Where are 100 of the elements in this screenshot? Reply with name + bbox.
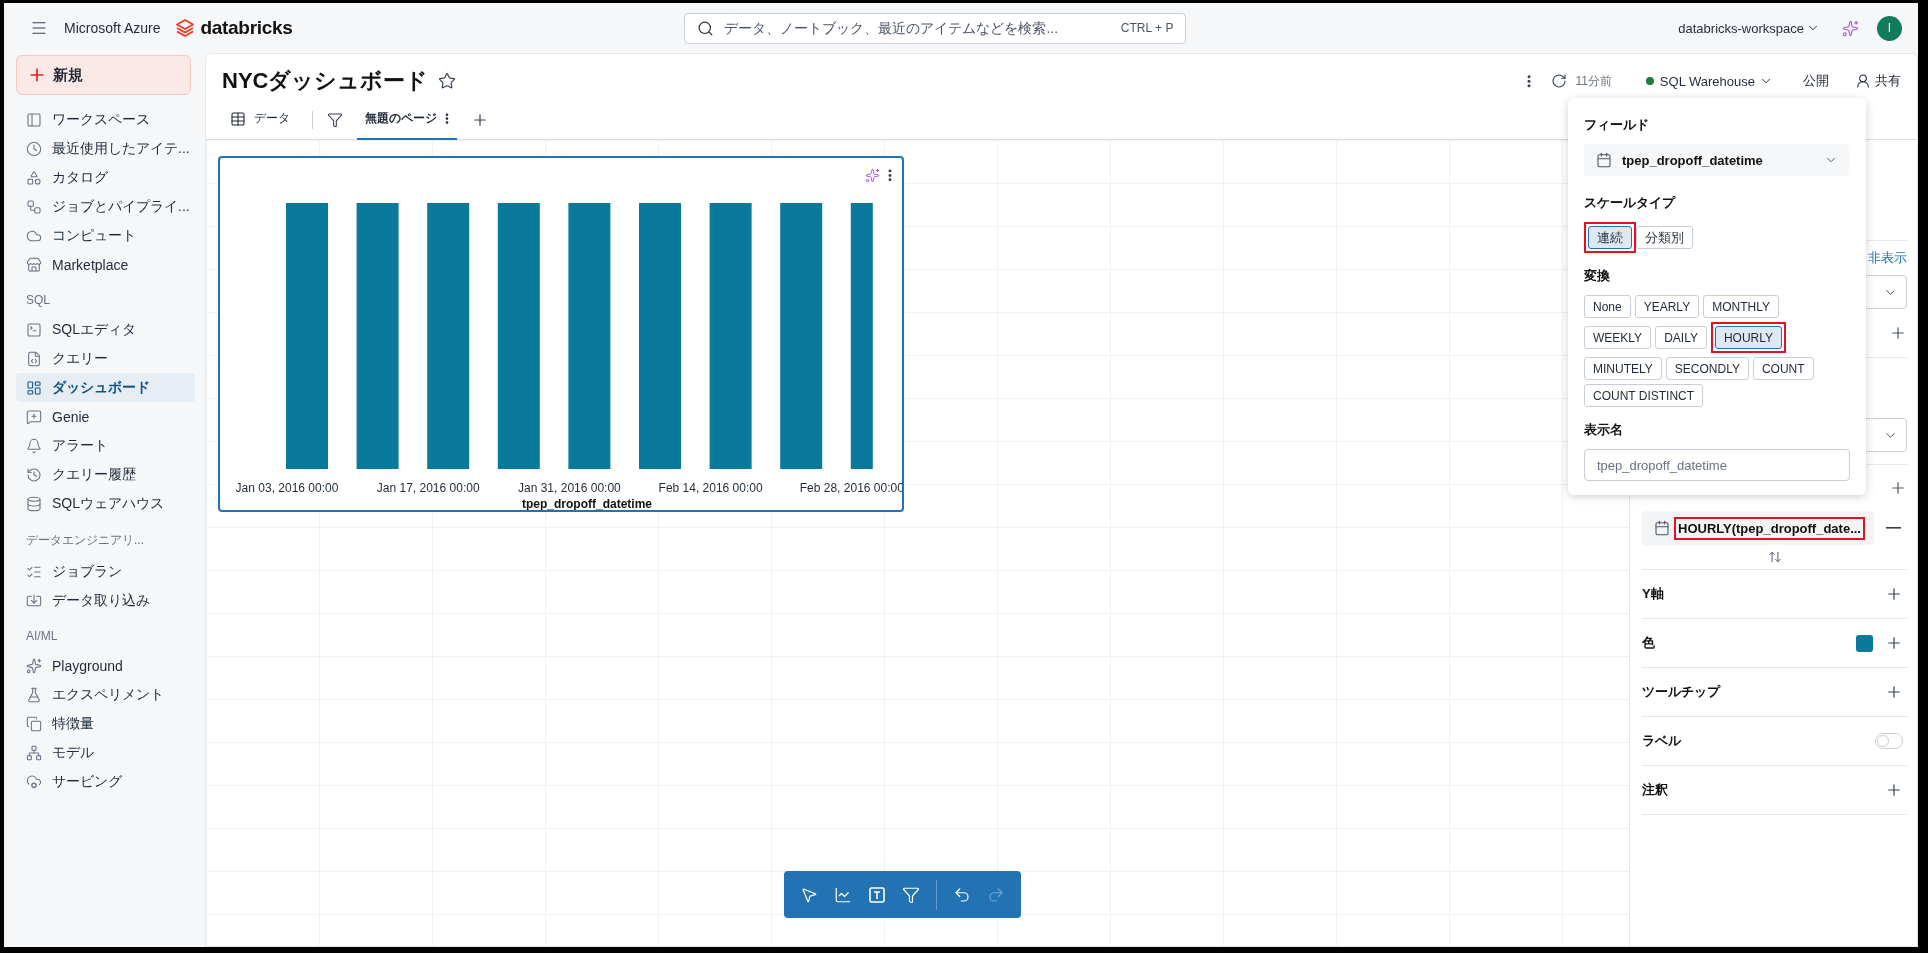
filter-icon [902,885,920,904]
chart-tool[interactable] [834,885,852,904]
text-tool[interactable] [868,885,886,904]
nav-item[interactable]: アラート [16,431,195,460]
search-input[interactable]: データ、ノートブック、最近のアイテムなどを検索... [722,19,1113,37]
transform-option[interactable]: COUNT DISTINCT [1584,384,1704,407]
nav-item[interactable]: SQLエディタ [16,315,195,344]
transform-option[interactable]: MONTHLY [1703,295,1779,318]
transform-option[interactable]: HOURLY [1714,326,1783,349]
notebook-icon [26,111,42,128]
share-button[interactable]: 共有 [1855,72,1901,90]
section-title: AI/ML [25,628,59,645]
transform-option[interactable]: WEEKLY [1584,326,1652,349]
refresh-icon [1551,73,1568,89]
favorite-button[interactable] [438,72,457,90]
axis-title: tpep_dropoff_datetime [522,497,652,510]
store-icon [26,256,42,273]
plus-icon [1885,781,1903,799]
sparkle-icon [1842,19,1859,37]
nav-item[interactable]: Playground [16,651,195,680]
assistant-button[interactable] [1842,19,1859,37]
brand-name: Microsoft Azure [64,20,161,36]
field-label: フィールド [1584,116,1650,134]
last-updated: 11分前 [1575,72,1612,90]
undo-icon [953,885,971,904]
calendar-icon [1596,152,1612,168]
person-icon [1855,73,1871,89]
field-label: 表示名 [1584,421,1624,439]
workspace-switcher[interactable]: databricks-workspace [1678,20,1820,36]
add-button[interactable] [1885,634,1903,652]
transform-option[interactable]: YEARLY [1634,295,1700,318]
nav-item[interactable]: SQLウェアハウス [16,489,195,518]
display-name-field[interactable]: tpep_dropoff_datetime [1584,449,1850,481]
nav-item[interactable]: モデル [16,738,195,767]
add-button[interactable] [1885,585,1903,603]
database-icon [26,495,42,512]
page-tab[interactable]: 無題のページ [357,99,457,140]
warehouse-selector[interactable]: SQL Warehouse [1659,73,1773,89]
transform-option[interactable]: COUNT [1752,357,1814,380]
logo-icon [176,19,195,37]
nav-item[interactable]: クエリー [16,344,195,373]
field-chip[interactable]: HOURLY(tpep_dropoff_date... [1642,511,1874,545]
nav-item[interactable]: ワークスペース [16,105,195,134]
search-bar[interactable]: データ、ノートブック、最近のアイテムなどを検索... CTRL + P [684,12,1187,44]
add-button[interactable] [1885,781,1903,799]
select-tool[interactable] [800,885,818,904]
nav-item[interactable]: ダッシュボード [16,373,195,402]
nav-item[interactable]: コンピュート [16,221,195,250]
nav-item[interactable]: クエリー履歴 [16,460,195,489]
transform-option[interactable]: SECONDLY [1665,357,1749,380]
publish-button[interactable]: 公開 [1803,72,1829,90]
nav-item[interactable]: カタログ [16,163,195,192]
kebab-icon [888,169,892,182]
refresh-button[interactable] [1551,73,1568,89]
transform-option[interactable]: MINUTELY [1584,357,1662,380]
transform-option[interactable]: DAILY [1655,326,1707,349]
section-label: 色 [1642,634,1655,652]
toggle-switch[interactable] [1875,733,1903,749]
nav-item[interactable]: エクスペリメント [16,680,195,709]
nav-item[interactable]: Marketplace [16,250,195,279]
plus-icon [1885,585,1903,603]
workflow-icon [26,198,42,215]
hide-link[interactable]: 非表示 [1868,249,1907,267]
calendar-icon [1654,520,1670,536]
terminal-icon [26,321,42,338]
nav-item[interactable]: サービング [16,767,195,796]
new-button[interactable]: 新規 [16,55,191,95]
nav-item[interactable]: Genie [16,402,195,431]
star-icon [438,72,457,90]
dashboard-icon [26,379,42,396]
filter-button[interactable] [327,111,343,128]
field-select[interactable]: tpep_dropoff_datetime [1584,144,1850,176]
transform-option[interactable]: None [1584,295,1631,318]
scale-option[interactable]: 連続 [1588,226,1632,249]
menu-button[interactable] [30,19,48,37]
color-swatch[interactable] [1856,634,1873,652]
field-name: HOURLY(tpep_dropoff_date... [1678,520,1861,536]
field-label: スケールタイプ [1584,194,1677,212]
dashboard-title: NYCダッシュボード [222,67,429,95]
nav-item[interactable]: 特徴量 [16,709,195,738]
add-button[interactable] [1885,683,1903,701]
assistant-button[interactable] [865,168,880,183]
more-button[interactable] [1527,73,1532,89]
nav-item[interactable]: データ取り込み [16,586,195,615]
import-icon [26,592,42,609]
cloud-gear-icon [26,773,42,790]
nav-item[interactable]: ジョブラン [16,557,195,586]
undo-button[interactable] [953,885,971,904]
kebab-icon [1527,73,1532,89]
more-button[interactable] [888,168,892,183]
clock-icon [26,140,42,157]
user-avatar[interactable]: I [1877,15,1902,41]
filter-tool[interactable] [902,885,920,904]
section-label: Y軸 [1642,585,1664,603]
section-label: ツールチップ [1642,683,1720,701]
nav-item[interactable]: ジョブとパイプライ... [16,192,195,221]
filter-icon [327,111,343,128]
nav-item[interactable]: 最近使用したアイテ... [16,134,195,163]
scale-option[interactable]: 分類別 [1636,226,1693,249]
data-tab[interactable]: データ [222,99,298,140]
